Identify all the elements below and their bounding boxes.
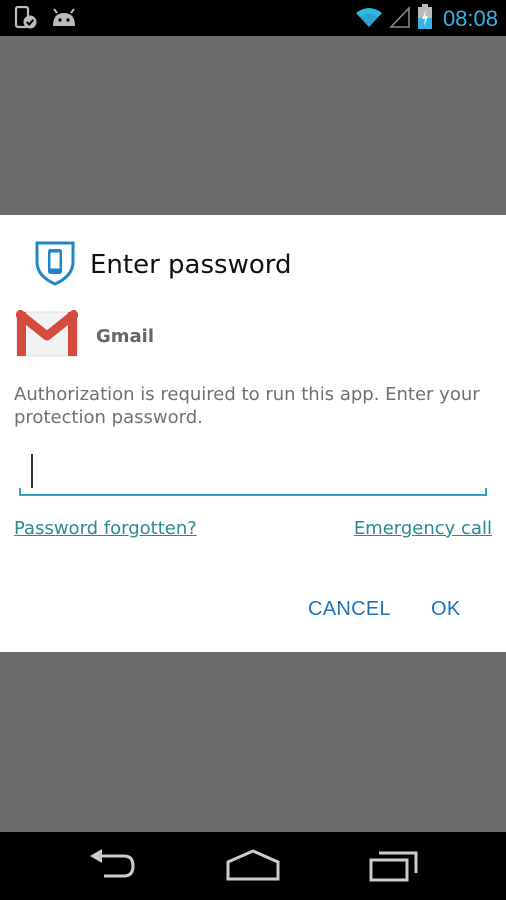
password-dialog: Enter password Gmail Authorization is re…: [0, 215, 506, 652]
shield-phone-icon: [34, 240, 76, 290]
text-cursor: [31, 454, 33, 488]
navigation-bar: [0, 832, 506, 900]
clock: 08:08: [442, 6, 498, 31]
authorization-message: Authorization is required to run this ap…: [14, 384, 480, 428]
status-left: [14, 5, 78, 34]
signal-icon: [389, 5, 411, 33]
input-underline-left-tick: [19, 488, 21, 496]
ok-button[interactable]: OK: [431, 598, 461, 621]
password-forgotten-link[interactable]: Password forgotten?: [14, 518, 197, 539]
status-bar: 08:08: [0, 0, 506, 36]
status-right: 08:08: [355, 4, 498, 34]
recents-icon[interactable]: [368, 848, 420, 888]
back-icon[interactable]: [86, 848, 138, 888]
dialog-header: Enter password: [34, 240, 292, 290]
emergency-call-link[interactable]: Emergency call: [354, 518, 492, 539]
battery-charging-icon: [417, 4, 433, 34]
input-underline: [19, 494, 487, 496]
dialog-title: Enter password: [90, 250, 292, 280]
home-icon[interactable]: [225, 848, 281, 888]
wifi-icon: [355, 5, 383, 33]
app-name: Gmail: [96, 325, 155, 347]
cancel-button[interactable]: CANCEL: [308, 598, 391, 621]
app-row: Gmail: [14, 308, 155, 362]
gmail-icon: [14, 308, 80, 362]
input-underline-right-tick: [485, 488, 487, 496]
android-icon: [50, 8, 78, 32]
password-input[interactable]: [19, 450, 487, 496]
phone-check-icon: [14, 5, 38, 34]
